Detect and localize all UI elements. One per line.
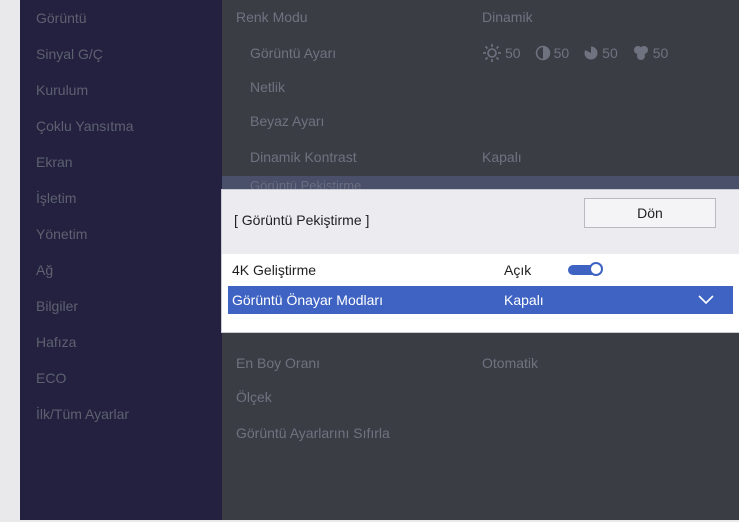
tint-value: 50 xyxy=(652,45,669,61)
4k-enhancement-row[interactable]: 4K Geliştirme Açık xyxy=(228,256,733,284)
scale-row[interactable]: Ölçek xyxy=(222,382,739,412)
image-enhancement-dialog: [ Görüntü Pekiştirme ] Dön 4K Geliştirme… xyxy=(222,190,739,332)
aspect-ratio-label: En Boy Oranı xyxy=(236,355,321,371)
reset-row[interactable]: Görüntü Ayarlarını Sıfırla xyxy=(222,418,739,448)
4k-enhancement-label: 4K Geliştirme xyxy=(232,262,317,278)
white-balance-label: Beyaz Ayarı xyxy=(250,113,325,129)
contrast-icon xyxy=(535,45,550,61)
dynamic-contrast-label: Dinamik Kontrast xyxy=(250,149,357,165)
dynamic-contrast-value: Kapalı xyxy=(482,149,522,165)
saturation-item: 50 xyxy=(583,38,618,68)
sharpness-row[interactable]: Netlik xyxy=(222,72,739,102)
image-enhancement-peek-label: Görüntü Pekiştirme xyxy=(250,178,362,190)
sidebar-item-eco[interactable]: ECO xyxy=(36,364,66,392)
sidebar: Görüntü Sinyal G/Ç Kurulum Çoklu Yansıtm… xyxy=(20,0,222,520)
aspect-ratio-row[interactable]: En Boy Oranı Otomatik xyxy=(222,348,739,378)
sidebar-item-coklu-yansitma[interactable]: Çoklu Yansıtma xyxy=(36,112,134,140)
dialog-header: [ Görüntü Pekiştirme ] Dön xyxy=(222,190,739,254)
toggle-knob xyxy=(589,262,603,276)
4k-enhancement-toggle[interactable] xyxy=(568,262,603,276)
contrast-item: 50 xyxy=(535,38,570,68)
reset-label: Görüntü Ayarlarını Sıfırla xyxy=(236,425,390,441)
sidebar-item-kurulum[interactable]: Kurulum xyxy=(36,76,88,104)
white-balance-row[interactable]: Beyaz Ayarı xyxy=(222,106,739,136)
aspect-ratio-value: Otomatik xyxy=(482,355,539,371)
sidebar-item-hafiza[interactable]: Hafıza xyxy=(36,328,76,356)
preset-modes-label: Görüntü Önayar Modları xyxy=(232,292,383,308)
picture-adjust-label: Görüntü Ayarı xyxy=(250,45,337,61)
dialog-title: [ Görüntü Pekiştirme ] xyxy=(234,212,370,228)
dynamic-contrast-row[interactable]: Dinamik Kontrast Kapalı xyxy=(222,142,739,172)
brightness-item: 50 xyxy=(482,38,521,68)
image-enhancement-row-highlight: Görüntü Pekiştirme xyxy=(222,176,739,190)
preset-modes-value: Kapalı xyxy=(504,292,544,308)
color-mode-label: Renk Modu xyxy=(236,9,308,25)
tint-item: 50 xyxy=(632,38,669,68)
picture-adjust-values: 50 50 50 50 xyxy=(482,38,668,68)
back-button[interactable]: Dön xyxy=(584,198,716,228)
sidebar-item-ilk-tum-ayarlar[interactable]: İlk/Tüm Ayarlar xyxy=(36,400,129,428)
contrast-value: 50 xyxy=(553,45,570,61)
sharpness-label: Netlik xyxy=(250,79,286,95)
sidebar-item-isletim[interactable]: İşletim xyxy=(36,184,76,212)
sidebar-item-yonetim[interactable]: Yönetim xyxy=(36,220,87,248)
sidebar-item-goruntu[interactable]: Görüntü xyxy=(36,4,87,32)
sidebar-item-bilgiler[interactable]: Bilgiler xyxy=(36,292,78,320)
preset-modes-row[interactable]: Görüntü Önayar Modları Kapalı xyxy=(228,286,733,314)
color-mode-row[interactable]: Renk Modu Dinamik xyxy=(222,2,739,32)
sidebar-item-ekran[interactable]: Ekran xyxy=(36,148,73,176)
saturation-value: 50 xyxy=(602,45,618,61)
sidebar-item-ag[interactable]: Ağ xyxy=(36,256,53,284)
scale-label: Ölçek xyxy=(236,389,272,405)
saturation-icon xyxy=(584,46,598,60)
tint-icon xyxy=(633,46,648,60)
4k-enhancement-value: Açık xyxy=(504,262,532,278)
picture-adjust-row[interactable]: Görüntü Ayarı 50 50 50 50 xyxy=(222,38,739,68)
sidebar-item-sinyal[interactable]: Sinyal G/Ç xyxy=(36,40,103,68)
color-mode-value: Dinamik xyxy=(482,9,533,25)
brightness-value: 50 xyxy=(505,45,521,61)
brightness-icon xyxy=(483,44,501,62)
chevron-down-icon[interactable] xyxy=(698,295,714,305)
